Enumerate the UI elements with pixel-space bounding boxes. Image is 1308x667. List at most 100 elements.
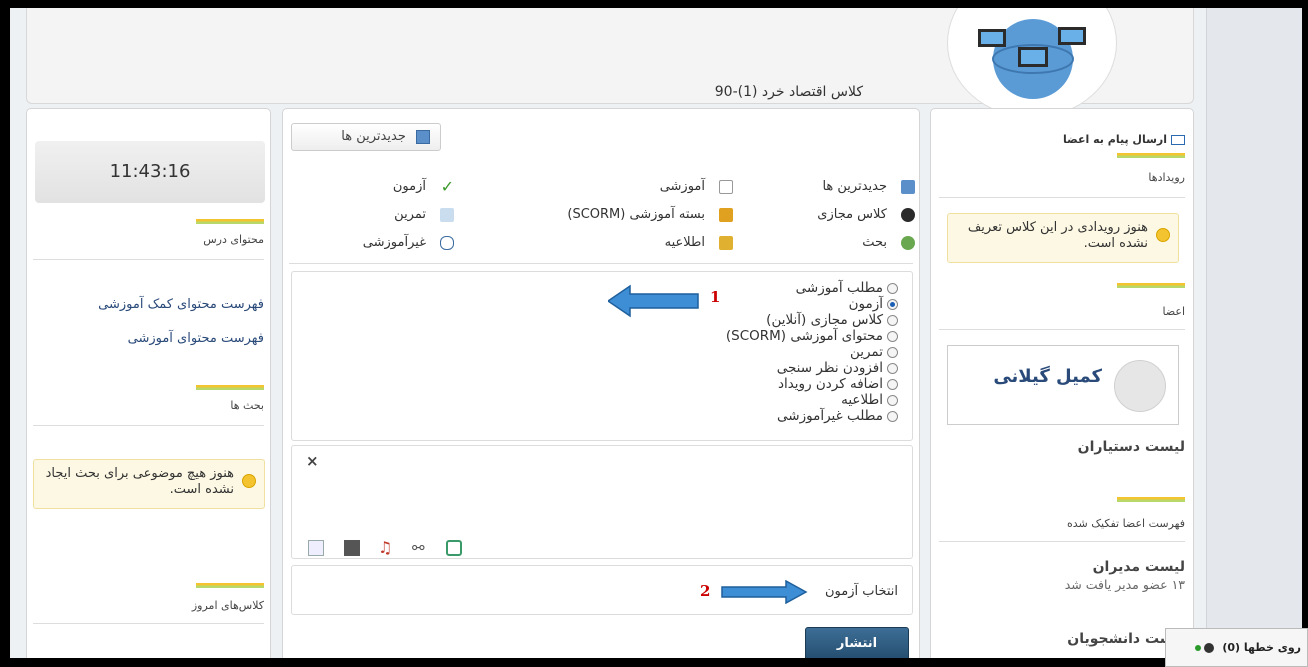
link-icon[interactable]: ⚯ [412,540,428,556]
category-scorm[interactable]: بسته آموزشی (SCORM) [567,207,733,222]
separated-members-link[interactable]: فهرست اعضا تفکیک شده [1067,517,1185,530]
post-type-panel: مطلب آموزشی آزمون کلاس مجازی (آنلاین) مح… [291,271,913,441]
checkmark-icon: ✓ [440,176,454,196]
option-label: مطلب آموزشی [795,280,883,296]
newest-button[interactable]: جدیدترین ها [291,123,441,151]
link-educational-content[interactable]: فهرست محتوای آموزشی [128,331,264,346]
category-label: بحث [862,235,887,250]
category-non-educational[interactable]: غیرآموزشی [363,235,454,250]
discussions-notice: هنوز هیچ موضوعی برای بحث ایجاد نشده است. [33,459,265,509]
divider [33,623,264,624]
send-message-label: ارسال پیام به اعضا [1063,133,1167,146]
section-bar [196,385,264,390]
option-label: کلاس مجازی (آنلاین) [766,312,883,328]
category-exercise[interactable]: تمرین [394,207,454,222]
radio-button[interactable] [887,330,898,342]
assistants-list[interactable]: لیست دستیاران [1078,439,1185,455]
category-exam[interactable]: ✓ آزمون [393,176,454,196]
class-title: کلاس اقتصاد خرد (1)-90 [714,84,863,100]
select-exam-link[interactable]: انتخاب آزمون [825,584,898,599]
section-bar [1117,153,1185,158]
publish-button[interactable]: انتشار [805,627,909,658]
option-exercise[interactable]: تمرین [850,344,898,360]
avatar [1114,360,1166,412]
speech-bubble-icon [440,235,454,250]
category-label: کلاس مجازی [817,207,887,222]
discussions-notice-text: هنوز هیچ موضوعی برای بحث ایجاد نشده است. [45,466,234,497]
events-notice: هنوز رویدادی در این کلاس تعریف نشده است. [947,213,1179,263]
managers-list[interactable]: لیست مدیران [1093,559,1185,575]
annotation-arrow-right [721,580,808,604]
option-label: آزمون [848,296,883,312]
chat-bar-label: روی خطها (0) [1222,641,1301,654]
content-label: محتوای درس [203,233,264,246]
discussions-label: بحث ها [230,399,264,412]
users-icon [1204,643,1215,653]
lightbulb-icon [242,474,256,488]
radio-button[interactable] [887,410,898,422]
radio-button-selected[interactable] [887,298,898,310]
package-icon [719,207,733,222]
option-label: مطلب غیرآموزشی [777,408,883,424]
category-label: تمرین [394,207,426,222]
chat-icon [901,235,915,250]
video-icon[interactable] [344,540,360,556]
middle-column: جدیدترین ها جدیدترین ها آموزشی ✓ آزمون کل… [282,108,920,658]
option-label: محتوای آموزشی (SCORM) [725,328,883,344]
category-discussion[interactable]: بحث [862,235,915,250]
divider [939,329,1185,330]
member-card[interactable]: کمیل گیلانی [947,345,1179,425]
category-label: بسته آموزشی (SCORM) [567,207,705,222]
envelope-icon [1171,135,1185,145]
option-announcement[interactable]: اطلاعیه [841,392,898,408]
lightbulb-icon [1156,228,1170,242]
option-poll[interactable]: افزودن نظر سنجی [777,360,898,376]
attachment-icon[interactable] [308,540,324,556]
newest-icon [901,179,915,194]
radio-button[interactable] [887,314,898,326]
category-announcement[interactable]: اطلاعیه [665,235,733,250]
category-newest[interactable]: جدیدترین ها [822,179,915,194]
newest-button-label: جدیدترین ها [341,129,406,144]
graduate-icon [901,207,915,222]
online-dot-icon [1194,645,1201,651]
radio-button[interactable] [887,378,898,390]
radio-button[interactable] [887,282,898,294]
category-label: اطلاعیه [664,235,705,250]
music-icon[interactable]: ♫ [378,540,394,556]
document-icon [719,179,733,194]
megaphone-icon [719,235,733,250]
send-message-link[interactable]: ارسال پیام به اعضا [1063,133,1185,146]
option-scorm[interactable]: محتوای آموزشی (SCORM) [726,328,898,344]
section-bar [1117,283,1185,288]
members-label: اعضا [1162,305,1185,318]
category-label: غیرآموزشی [362,235,426,250]
link-auxiliary-content[interactable]: فهرست محتوای کمک آموزشی [98,297,264,312]
option-exam[interactable]: آزمون [849,296,898,312]
exercise-icon [440,207,454,222]
class-logo [947,8,1117,118]
today-classes-label: کلاس‌های امروز [191,599,264,612]
clock: 11:43:16 [35,141,265,203]
camera-icon[interactable] [446,540,462,556]
events-notice-text: هنوز رویدادی در این کلاس تعریف نشده است. [967,220,1148,251]
post-editor[interactable]: × ♫ ⚯ [291,445,913,559]
annotation-number-2: 2 [700,582,711,600]
radio-button[interactable] [887,362,898,374]
category-educational[interactable]: آموزشی [660,179,733,194]
member-name[interactable]: کمیل گیلانی [993,366,1102,387]
category-virtual-class[interactable]: کلاس مجازی [817,207,915,222]
right-column: ارسال پیام به اعضا رویدادها هنوز رویدادی… [930,108,1194,658]
exam-selection-panel: انتخاب آزمون 2 [291,565,913,615]
close-icon[interactable]: × [306,452,319,470]
category-label: جدیدترین ها [822,179,887,194]
chat-bar[interactable]: روی خطها (0) [1165,628,1308,667]
category-label: آموزشی [659,179,705,194]
radio-button[interactable] [887,394,898,406]
option-event[interactable]: اضافه کردن رویداد [778,376,898,392]
option-educational[interactable]: مطلب آموزشی [796,280,898,296]
radio-button[interactable] [887,346,898,358]
left-column: 11:43:16 محتوای درس فهرست محتوای کمک آمو… [26,108,271,658]
option-non-educational[interactable]: مطلب غیرآموزشی [777,408,898,424]
option-virtual-class[interactable]: کلاس مجازی (آنلاین) [766,312,898,328]
